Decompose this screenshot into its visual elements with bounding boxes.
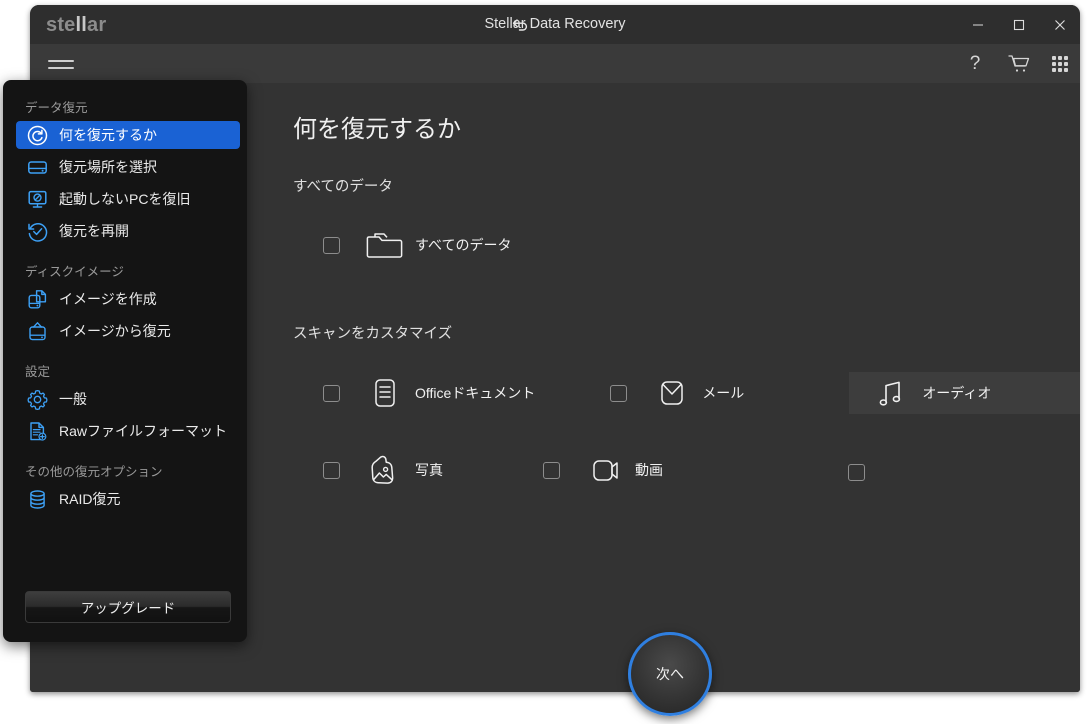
hamburger-icon[interactable] [45, 54, 77, 74]
raw-file-icon [25, 419, 49, 443]
sidebar-item-label: 起動しないPCを復旧 [59, 191, 191, 207]
option-video[interactable]: 動画 [543, 449, 675, 491]
option-audio[interactable]: オーディオ [849, 372, 1080, 414]
sidebar-item-recover-unbootable-pc[interactable]: 起動しないPCを復旧 [16, 185, 240, 213]
checkbox-photos[interactable] [323, 461, 340, 479]
toolbar-actions: ? [964, 44, 1068, 83]
sidebar-group-label-disk-image: ディスクイメージ [25, 265, 124, 279]
sidebar-item-what-to-recover[interactable]: 何を復元するか [16, 121, 240, 149]
toolbar: ? [30, 44, 1080, 83]
minimize-button[interactable] [957, 5, 998, 44]
sidebar-group-label-other-recovery-options: その他の復元オプション [25, 465, 163, 479]
refresh-circle-icon [25, 123, 49, 147]
sidebar-item-create-image[interactable]: イメージを作成 [16, 285, 240, 313]
maximize-button[interactable] [998, 5, 1039, 44]
monitor-disabled-icon [25, 187, 49, 211]
sidebar-item-general[interactable]: 一般 [16, 385, 240, 413]
photo-icon [365, 453, 405, 487]
sidebar-item-label: RAID復元 [59, 491, 121, 507]
create-image-icon [25, 287, 49, 311]
option-office-documents[interactable]: Officeドキュメント [323, 372, 547, 414]
close-button[interactable] [1039, 5, 1080, 44]
hamburger-line [48, 66, 74, 69]
custom-options-row-1: Officeドキュメント メール オーディオ [323, 372, 1080, 414]
next-button-label: 次へ [656, 666, 684, 682]
option-label: メール [702, 385, 745, 401]
upgrade-button[interactable]: アップグレード [25, 591, 231, 623]
sidebar-panel: データ復元 何を復元するか 復元場所を選択 起動しないPCを復旧 復元を再開 デ… [3, 80, 247, 642]
back-arrow-icon[interactable] [512, 18, 530, 32]
option-email[interactable]: メール [610, 372, 756, 414]
hard-drive-icon [25, 155, 49, 179]
help-icon-glyph: ? [969, 53, 981, 74]
hamburger-line [48, 59, 74, 62]
database-stack-icon [25, 487, 49, 511]
sidebar-item-raw-file-format[interactable]: Rawファイルフォーマット [16, 417, 240, 445]
checkbox-email[interactable] [610, 384, 628, 402]
sidebar-item-resume-recovery[interactable]: 復元を再開 [16, 217, 240, 245]
folder-icon [365, 228, 405, 262]
option-label: Officeドキュメント [415, 385, 536, 401]
shopping-cart-icon[interactable] [1008, 53, 1030, 75]
option-label: 写真 [415, 462, 443, 478]
option-label: すべてのデータ [415, 237, 512, 253]
sidebar-item-label: 一般 [59, 391, 87, 407]
title-bar: stellar Stellar Data Recovery [30, 5, 1080, 44]
sidebar-item-label: 復元場所を選択 [59, 159, 157, 175]
checkbox-office-documents[interactable] [323, 384, 340, 402]
all-data-row: すべてのデータ [323, 224, 523, 266]
app-logo-highlight: ll [75, 14, 88, 36]
music-note-icon [872, 376, 912, 410]
sidebar-item-label: 何を復元するか [59, 127, 157, 143]
sidebar-item-raid-recovery[interactable]: RAID復元 [16, 485, 240, 513]
envelope-icon [652, 376, 692, 410]
section-label-customize-scan: スキャンをカスタマイズ [293, 326, 453, 342]
custom-options-row-2: 写真 動画 [323, 449, 675, 491]
option-photos[interactable]: 写真 [323, 449, 455, 491]
grid-apps-icon[interactable] [1052, 55, 1068, 72]
option-label: 動画 [635, 462, 663, 478]
option-label: オーディオ [922, 385, 992, 401]
sidebar-item-restore-from-image[interactable]: イメージから復元 [16, 317, 240, 345]
sidebar-group-label-data-recovery: データ復元 [25, 101, 88, 115]
checkbox-audio[interactable] [848, 464, 865, 481]
sidebar-item-label: Rawファイルフォーマット [59, 423, 228, 439]
upgrade-button-label: アップグレード [80, 601, 176, 616]
page-title: 何を復元するか [293, 116, 461, 143]
section-label-all-data: すべてのデータ [293, 179, 393, 195]
sidebar-item-label: 復元を再開 [59, 223, 129, 239]
sidebar-group-label-settings: 設定 [25, 365, 51, 379]
resume-check-circle-icon [25, 219, 49, 243]
sidebar-item-label: イメージを作成 [59, 291, 157, 307]
help-icon[interactable]: ? [964, 53, 986, 75]
video-camera-icon [585, 453, 625, 487]
sidebar-item-label: イメージから復元 [59, 323, 171, 339]
restore-image-icon [25, 319, 49, 343]
screen-root: stellar Stellar Data Recovery ? 何を復元するか … [0, 0, 1088, 724]
checkbox-video[interactable] [543, 461, 560, 479]
window-title: Stellar Data Recovery [484, 16, 626, 32]
checkbox-all-data[interactable] [323, 236, 340, 254]
document-lines-icon [365, 376, 405, 410]
app-logo: stellar [46, 14, 107, 36]
next-button[interactable]: 次へ [628, 632, 712, 716]
gear-icon [25, 387, 49, 411]
sidebar-item-select-location[interactable]: 復元場所を選択 [16, 153, 240, 181]
option-all-data[interactable]: すべてのデータ [323, 224, 523, 266]
